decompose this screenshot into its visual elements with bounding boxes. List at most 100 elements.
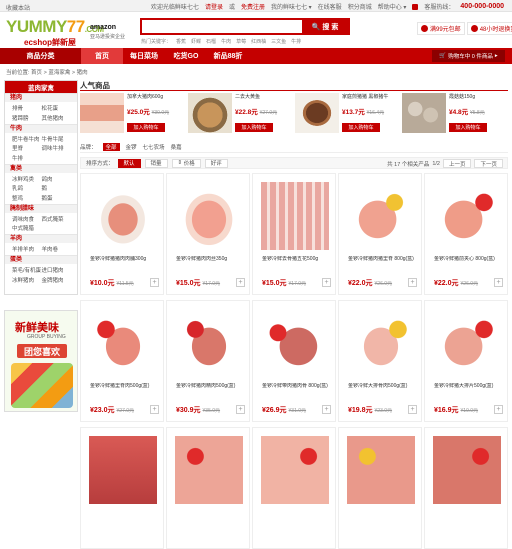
sidebar-group-title[interactable]: 牛肉 <box>5 123 77 133</box>
product-name[interactable]: 金锣冷鲜猪肉精肉500g(盒) <box>176 383 246 405</box>
sidebar-group-title[interactable]: 羊肉 <box>5 234 77 243</box>
sidebar-link[interactable]: 冰鲜猪肉 <box>12 276 42 284</box>
product-name[interactable]: 金锣冷鲜猪猪肉肉脯300g <box>90 256 160 278</box>
sidebar-link[interactable]: 鹅 <box>42 184 72 192</box>
sidebar-link[interactable]: 鹅蛋 <box>42 194 72 202</box>
product-card[interactable]: 金锣冷鲜猪前夹心 800g(盒) ¥22.0元 ¥26.0元 + <box>424 173 508 295</box>
cart-button[interactable]: 🛒 购物车中 0 件商品 ▸ <box>432 50 505 62</box>
sidebar-link[interactable]: 其他猪肉 <box>42 114 72 122</box>
product-card[interactable]: 金锣冷鲜去骨猪五花500g ¥15.0元 ¥17.0元 + <box>252 173 336 295</box>
hot-keyword[interactable]: 牛肉 <box>221 38 231 45</box>
sidebar-link[interactable]: 中式腌腊 <box>12 224 42 232</box>
product-card[interactable] <box>252 427 336 549</box>
search-input[interactable] <box>145 20 305 33</box>
product-image[interactable] <box>175 436 243 504</box>
product-image[interactable] <box>347 182 415 250</box>
product-image[interactable] <box>89 436 157 504</box>
sidebar-group-title[interactable]: 蛋类 <box>5 255 77 264</box>
hot-product-card[interactable]: 二去大黄鱼 ¥22.8元 ¥27.0元 加入购物车 <box>188 93 293 135</box>
add-to-cart-icon[interactable]: + <box>494 278 503 287</box>
product-card[interactable]: 金锣冷鲜大排骨肉500g(盒) ¥19.8元 ¥23.0元 + <box>338 300 422 422</box>
product-card[interactable]: 金锣冷鲜猪大排片500g(盒) ¥16.9元 ¥19.0元 + <box>424 300 508 422</box>
add-to-cart-icon[interactable]: + <box>150 278 159 287</box>
product-card[interactable]: 金锣冷鲜猪肉肉丝350g ¥15.0元 ¥17.0元 + <box>166 173 250 295</box>
group-buying-banner[interactable]: 新鲜美味 GROUP BUYING 团您喜欢 <box>4 310 78 412</box>
product-name[interactable]: 金锣冷鲜猪前夹心 800g(盒) <box>434 256 504 278</box>
product-name[interactable]: 金锣冷鲜猪里脊肉500g(盒) <box>90 383 160 405</box>
sidebar-link[interactable]: 里脊 <box>12 144 42 152</box>
sidebar-link[interactable]: 肥牛卷牛肉 <box>12 135 42 143</box>
sort-rating-button[interactable]: 好评 <box>204 158 228 168</box>
login-link[interactable]: 请登录 <box>205 2 223 11</box>
sidebar-link[interactable]: 羊肉卷 <box>42 245 72 253</box>
sort-sales-button[interactable]: 销量 <box>144 158 168 168</box>
sidebar-group-title[interactable]: 禽类 <box>5 163 77 173</box>
add-to-cart-icon[interactable]: + <box>408 405 417 414</box>
product-image[interactable] <box>175 309 243 377</box>
product-image[interactable] <box>433 436 501 504</box>
sidebar-link[interactable]: 鸽肉 <box>42 175 72 183</box>
product-name[interactable]: 金锣冷鲜猪肉猪里脊 800g(盒) <box>348 256 418 278</box>
next-page-button[interactable]: 下一页 <box>474 159 503 168</box>
product-image[interactable] <box>261 182 329 250</box>
product-card[interactable]: 金锣冷鲜猪肉猪里脊 800g(盒) ¥22.0元 ¥26.0元 + <box>338 173 422 295</box>
my-account-link[interactable]: 我的鲜味七七 ▾ <box>271 2 312 11</box>
sidebar-link[interactable]: 调味牛排 <box>42 144 72 152</box>
add-to-cart-button[interactable]: 加入购物车 <box>235 123 273 132</box>
nav-item-home[interactable]: 首页 <box>81 48 123 64</box>
product-card[interactable] <box>80 427 164 549</box>
sidebar-group-title[interactable]: 腌制腊味 <box>5 203 77 213</box>
product-card[interactable]: 金锣冷鲜带肉猪肉骨 800g(盒) ¥26.9元 ¥31.0元 + <box>252 300 336 422</box>
sidebar-link[interactable]: 松花蛋 <box>42 104 72 112</box>
sidebar-link[interactable]: 冰鲜鸡类 <box>12 175 42 183</box>
hot-keyword[interactable]: 牛排 <box>291 38 301 45</box>
product-card[interactable]: 金锣冷鲜猪猪肉肉脯300g ¥10.0元 ¥11.5元 + <box>80 173 164 295</box>
sidebar-link[interactable]: 调味肉食 <box>12 215 42 223</box>
add-to-cart-icon[interactable]: + <box>494 405 503 414</box>
product-card[interactable]: 金锣冷鲜猪里脊肉500g(盒) ¥23.0元 ¥27.0元 + <box>80 300 164 422</box>
help-center-link[interactable]: 帮助中心 ▾ <box>378 2 407 11</box>
hot-keyword[interactable]: 虾鲽 <box>191 38 201 45</box>
product-image[interactable] <box>261 436 329 504</box>
add-to-cart-icon[interactable]: + <box>236 405 245 414</box>
sort-default-button[interactable]: 默认 <box>117 158 141 168</box>
sidebar-link[interactable]: 猪蹄膀 <box>12 114 42 122</box>
hot-keyword[interactable]: 红西柚 <box>251 38 266 45</box>
add-to-cart-button[interactable]: 加入购物车 <box>127 123 165 132</box>
product-image[interactable] <box>347 436 415 504</box>
sidebar-link[interactable]: 牛排 <box>12 154 42 162</box>
sidebar-link[interactable]: 菜毛/有机蛋 <box>12 266 42 274</box>
product-name[interactable]: 金锣冷鲜去骨猪五花500g <box>262 256 332 278</box>
hot-product-card[interactable]: 家庭煎猪猪 黑椒猪牛 ¥13.7元 ¥16.4元 加入购物车 <box>295 93 400 135</box>
product-image[interactable] <box>89 182 157 250</box>
nav-item-new-discount[interactable]: 新品88折 <box>207 48 249 64</box>
product-image[interactable] <box>347 309 415 377</box>
add-to-cart-icon[interactable]: + <box>408 278 417 287</box>
brand-tag[interactable]: 金锣 <box>126 143 137 151</box>
bookmark-link[interactable]: 收藏本站 <box>6 3 30 12</box>
register-link[interactable]: 免费注册 <box>241 2 265 11</box>
product-card[interactable] <box>166 427 250 549</box>
points-mall-link[interactable]: 积分商城 <box>348 2 372 11</box>
sidebar-link[interactable]: 排骨 <box>12 104 42 112</box>
hot-keyword[interactable]: 三文鱼 <box>271 38 286 45</box>
hot-product-card[interactable]: 加拿大猪肉600g ¥25.0元 ¥30.0元 加入购物车 <box>80 93 185 135</box>
product-name[interactable]: 金锣冷鲜猪肉肉丝350g <box>176 256 246 278</box>
add-to-cart-button[interactable]: 加入购物车 <box>449 123 487 132</box>
nav-item-foodie-go[interactable]: 吃货GO <box>165 48 207 64</box>
prev-page-button[interactable]: 上一页 <box>442 159 472 168</box>
product-name[interactable]: 金锣冷鲜猪大排片500g(盒) <box>434 383 504 405</box>
sidebar-link[interactable]: 乳鸽 <box>12 184 42 192</box>
sidebar-link[interactable]: 金牌猪肉 <box>42 276 72 284</box>
sidebar-link[interactable]: 西式腌菜 <box>42 215 72 223</box>
sidebar-link[interactable]: 牛骨牛尾 <box>42 135 72 143</box>
brand-tag[interactable]: 七七农场 <box>143 143 165 151</box>
sidebar-group-title[interactable]: 猪肉 <box>5 93 77 102</box>
product-name[interactable]: 金锣冷鲜带肉猪肉骨 800g(盒) <box>262 383 332 405</box>
category-menu-button[interactable]: 商品分类 <box>0 48 81 64</box>
product-image[interactable] <box>175 182 243 250</box>
hot-product-card[interactable]: 霞菇菇150g ¥4.8元 ¥5.8元 加入购物车 <box>402 93 507 135</box>
hot-keyword[interactable]: 香蕉 <box>176 38 186 45</box>
hot-keyword[interactable]: 草莓 <box>236 38 246 45</box>
product-image[interactable] <box>433 182 501 250</box>
